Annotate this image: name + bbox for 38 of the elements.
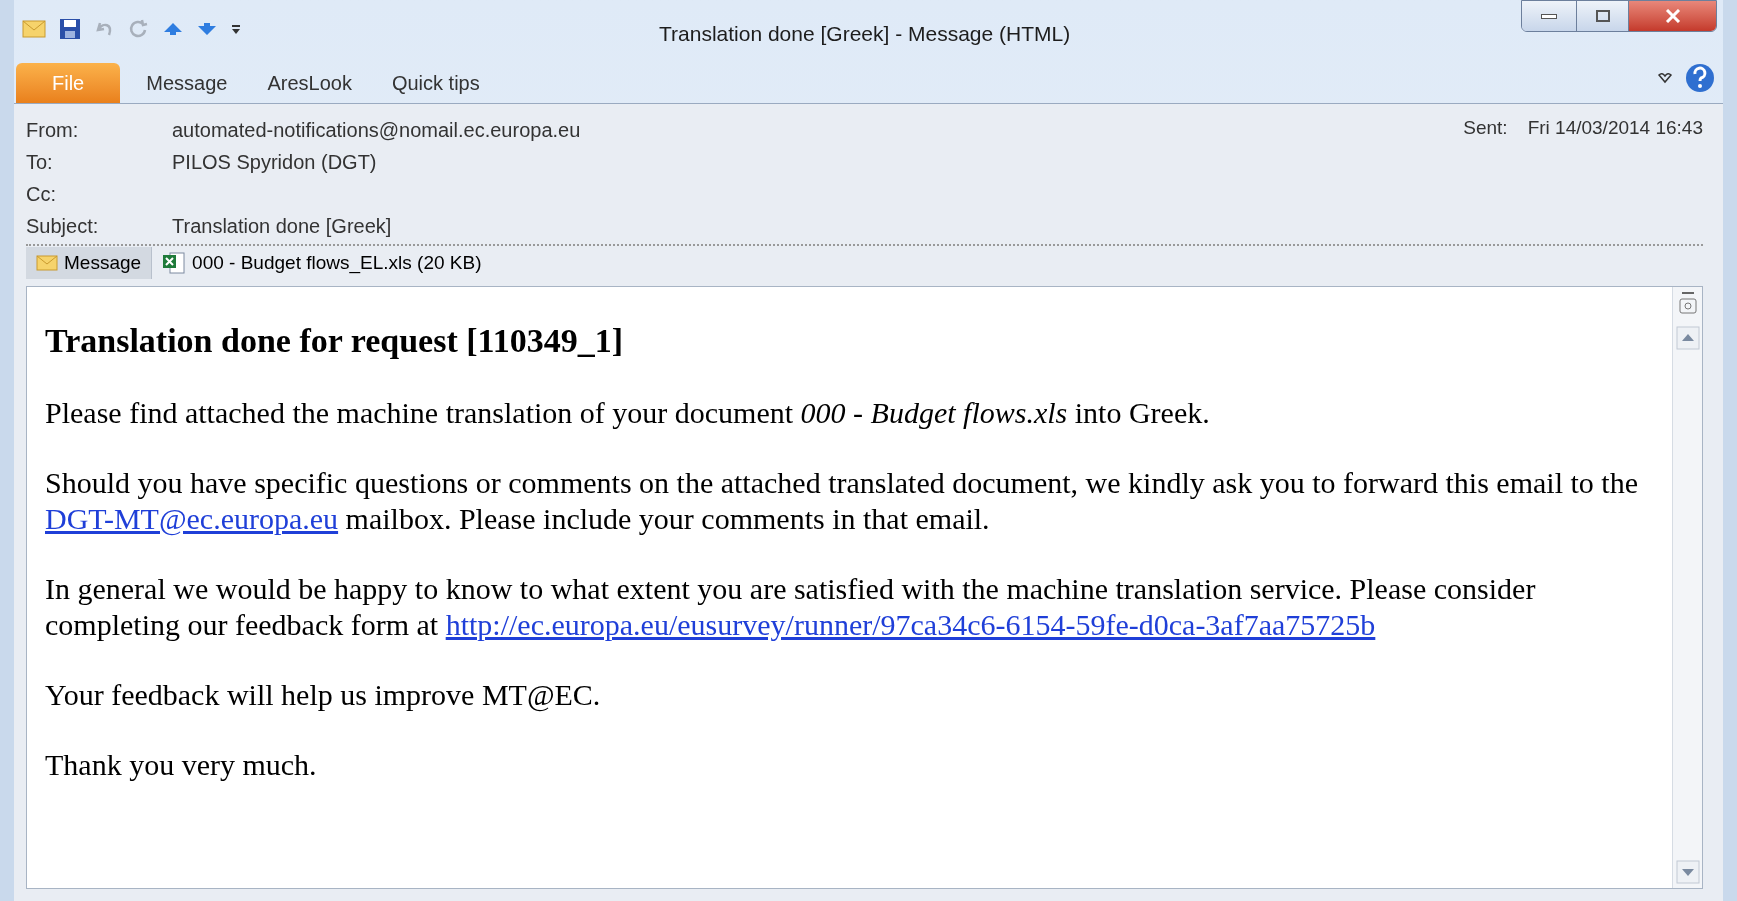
up-arrow-icon[interactable] bbox=[162, 21, 184, 37]
field-value: PILOS Spyridon (DGT) bbox=[172, 150, 377, 175]
hyperlink[interactable]: http://ec.europa.eu/eusurvey/runner/97ca34c6-6154-59fe-d0ca-3af7aa75725b bbox=[445, 608, 1376, 641]
message-heading: Translation done for request [110349_1] bbox=[45, 323, 625, 359]
down-arrow-icon[interactable] bbox=[196, 21, 218, 37]
spreadsheet-file-icon bbox=[162, 251, 187, 275]
attachment-file[interactable]: 000 - Budget flows_EL.xls (20 KB) bbox=[152, 247, 492, 279]
close-button[interactable] bbox=[1628, 1, 1716, 31]
window-title: Translation done [Greek] - Message (HTML) bbox=[659, 21, 1071, 47]
scroll-up-icon[interactable] bbox=[1675, 326, 1700, 350]
scrollbar[interactable] bbox=[1672, 287, 1702, 888]
envelope-icon bbox=[36, 255, 58, 271]
close-icon bbox=[1664, 9, 1681, 23]
ribbon-tab[interactable]: Quick tips bbox=[377, 63, 494, 103]
ribbon-tab[interactable]: Message bbox=[132, 63, 242, 103]
customize-toolbar-icon[interactable] bbox=[230, 22, 242, 36]
message-tab[interactable]: Message bbox=[26, 247, 153, 279]
body-paragraph: Your feedback will help us improve MT@EC. bbox=[45, 677, 602, 713]
scroll-down-icon[interactable] bbox=[1675, 860, 1700, 884]
body-paragraph: Thank you very much. bbox=[45, 747, 318, 783]
minimize-button[interactable] bbox=[1522, 1, 1576, 31]
field-label: Subject: bbox=[26, 214, 100, 239]
field-label: From: bbox=[26, 118, 80, 143]
field-value: Translation done [Greek] bbox=[172, 214, 392, 239]
field-label: Cc: bbox=[26, 182, 57, 207]
sent-label: Sent: bbox=[1463, 116, 1508, 140]
body-paragraph: In general we would be happy to know to what extent you are satisfied with the machine translation service. Please consider completing our feedback form at http://ec.europa.eu/eusurvey/runner/97ca34c6-6154-59fe-d0ca-3af7aa75725b bbox=[45, 571, 1537, 643]
field-value: automated-notifications@nomail.ec.europa.eu bbox=[172, 118, 581, 143]
save-icon[interactable] bbox=[58, 17, 82, 41]
collapse-ribbon-icon[interactable] bbox=[1657, 71, 1673, 85]
body-paragraph: Should you have specific questions or comments on the attached translated document, we kindly ask you to forward this email to the DGT-MT@ec.europa.eu mailbox. Please include your comments in that email. bbox=[45, 465, 1639, 537]
help-icon[interactable] bbox=[1685, 63, 1715, 93]
field-label: To: bbox=[26, 150, 54, 175]
maximize-button[interactable] bbox=[1576, 1, 1628, 31]
hyperlink[interactable]: DGT-MT@ec.europa.eu bbox=[45, 502, 339, 535]
ribbon-tab[interactable]: AresLook bbox=[253, 63, 366, 103]
sent-date: Fri 14/03/2014 16:43 bbox=[1527, 116, 1703, 140]
body-paragraph: Please find attached the machine translation of your document 000 - Budget flows.xls into Greek. bbox=[45, 395, 1211, 431]
